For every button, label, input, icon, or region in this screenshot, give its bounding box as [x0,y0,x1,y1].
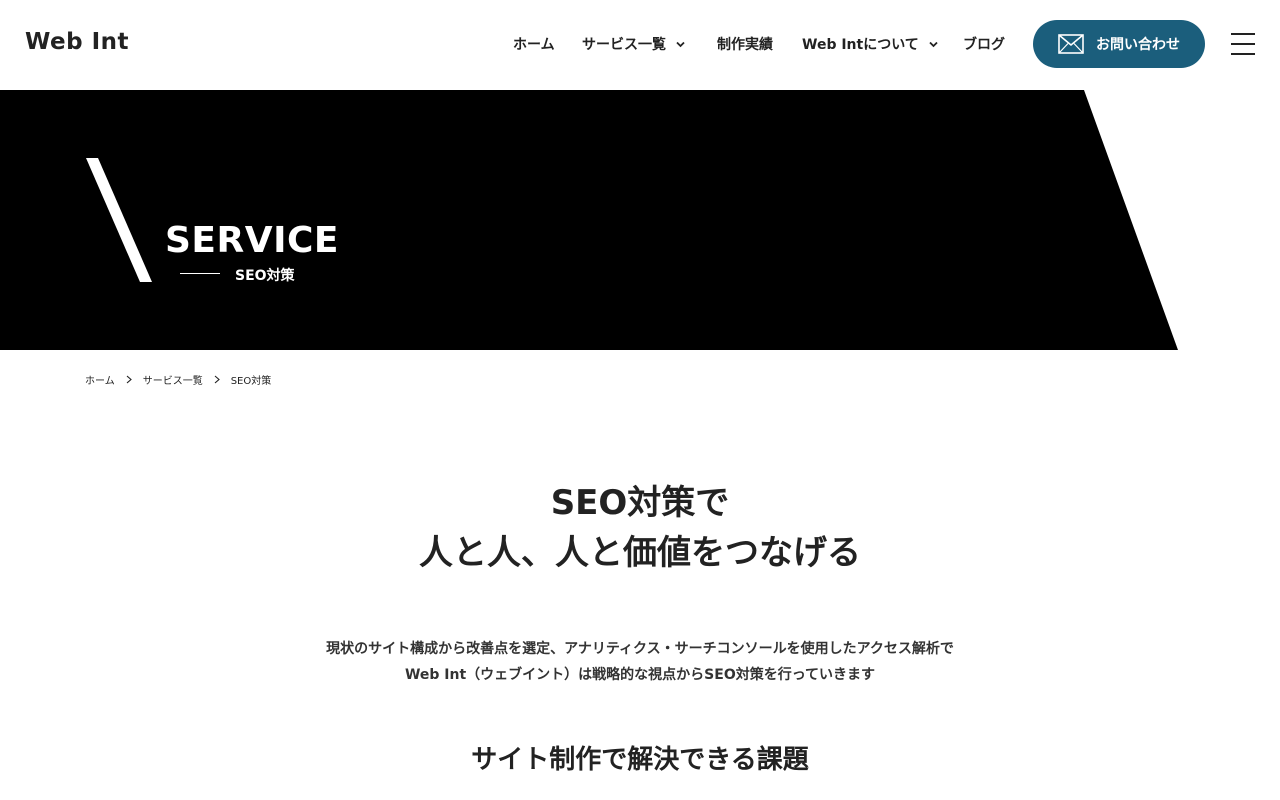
nav-label: Web Intについて [802,37,919,53]
hamburger-icon[interactable] [1231,33,1255,55]
nav-item-services[interactable]: サービス一覧 [582,34,685,54]
slash-decoration [86,158,152,282]
chevron-down-icon [929,40,938,49]
page-hero: SERVICE SEO対策 [0,90,1280,350]
chevron-right-icon [214,375,220,384]
lead-line-1: 現状のサイト構成から改善点を選定、アナリティクス・サーチコンソールを使用したアク… [326,641,954,657]
mail-icon [1058,34,1084,54]
nav-label: サービス一覧 [582,37,666,53]
nav-item-home[interactable]: ホーム [513,34,555,54]
nav-item-about[interactable]: Web Intについて [802,34,938,54]
chevron-down-icon [676,40,685,49]
main-heading-line-2: 人と人、人と価値をつなげる [419,533,861,573]
chevron-right-icon [126,375,132,384]
breadcrumb-item-services[interactable]: サービス一覧 [143,372,203,387]
lead-text: 現状のサイト構成から改善点を選定、アナリティクス・サーチコンソールを使用したアク… [0,636,1280,688]
breadcrumb: ホーム サービス一覧 SEO対策 [85,372,271,387]
nav-label: 制作実績 [717,37,773,53]
hero-subtitle: SEO対策 [235,268,295,284]
lead-line-2: Web Int（ウェブイント）は戦略的な視点からSEO対策を行っていきます [404,667,876,683]
nav-item-works[interactable]: 制作実績 [717,34,773,54]
contact-label: お問い合わせ [1096,37,1180,53]
nav-item-blog[interactable]: ブログ [963,34,1005,54]
breadcrumb-item-current: SEO対策 [230,376,272,387]
contact-button[interactable]: お問い合わせ [1033,20,1205,68]
main-heading: SEO対策で 人と人、人と価値をつなげる [0,478,1280,578]
hero-title: SERVICE [165,220,340,261]
breadcrumb-item-home[interactable]: ホーム [85,372,115,387]
site-header: Web Int ホーム サービス一覧 制作実績 Web Intについて ブログ [0,0,1280,90]
nav-label: ホーム [513,37,555,53]
section-title: サイト制作で解決できる課題 [471,745,809,775]
site-logo[interactable]: Web Int [25,29,129,55]
hero-divider [180,273,220,274]
main-heading-line-1: SEO対策で [550,483,730,523]
nav-label: ブログ [963,37,1005,53]
